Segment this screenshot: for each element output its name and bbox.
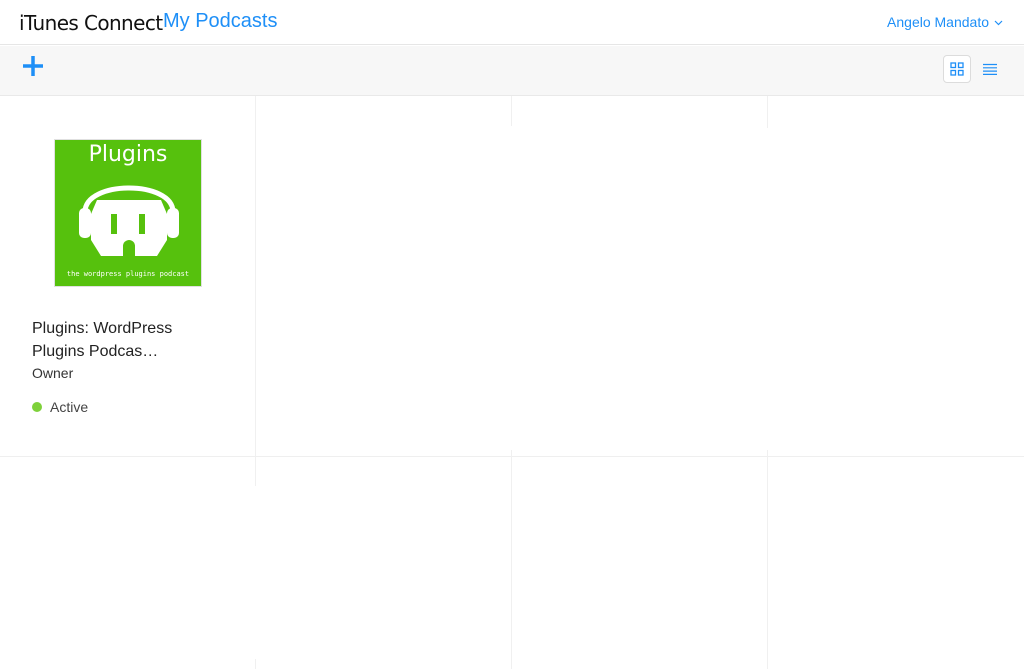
status-dot-icon xyxy=(32,402,42,412)
app-title[interactable]: iTunes Connect xyxy=(19,11,163,35)
podcast-card[interactable]: Plugins the wordpress plugins podcast Pl… xyxy=(0,96,255,456)
user-menu[interactable]: Angelo Mandato xyxy=(887,14,1003,30)
podcast-title[interactable]: Plugins: WordPress Plugins Podcas… xyxy=(32,317,212,363)
grid-view-button[interactable] xyxy=(943,55,971,83)
plus-icon xyxy=(23,56,43,76)
chevron-down-icon xyxy=(994,20,1003,26)
toolbar xyxy=(0,46,1024,96)
grid-divider xyxy=(255,96,256,486)
grid-divider xyxy=(767,450,768,669)
list-view-button[interactable] xyxy=(980,57,1000,81)
top-bar: iTunes Connect My Podcasts Angelo Mandat… xyxy=(0,0,1024,45)
add-podcast-button[interactable] xyxy=(21,54,45,78)
headphones-plug-icon xyxy=(79,185,179,256)
podcast-artwork[interactable]: Plugins the wordpress plugins podcast xyxy=(54,139,202,287)
status-label: Active xyxy=(50,399,89,415)
grid-divider xyxy=(767,96,768,128)
status-badge: Active xyxy=(32,399,88,415)
grid-divider xyxy=(511,450,512,669)
list-view-icon xyxy=(983,63,997,75)
grid-divider xyxy=(255,659,256,669)
artwork-subtitle: the wordpress plugins podcast xyxy=(66,270,190,278)
podcast-grid: Plugins the wordpress plugins podcast Pl… xyxy=(0,96,1024,669)
user-name: Angelo Mandato xyxy=(887,14,989,30)
grid-divider xyxy=(511,96,512,126)
grid-view-icon xyxy=(950,62,964,76)
section-title[interactable]: My Podcasts xyxy=(163,10,277,33)
artwork-title: Plugins xyxy=(88,142,168,167)
grid-divider xyxy=(0,456,1024,457)
podcast-role: Owner xyxy=(32,365,74,381)
